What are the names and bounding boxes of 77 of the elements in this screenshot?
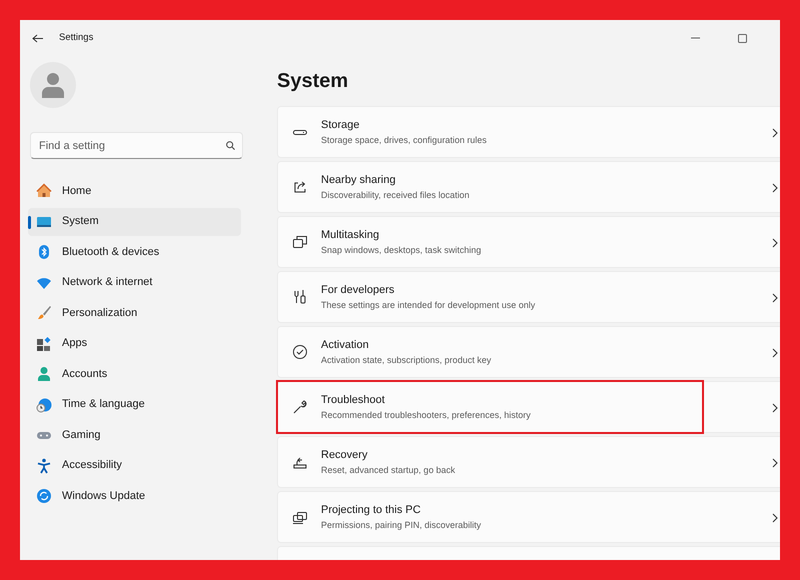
settings-card[interactable]: Troubleshoot Recommended troubleshooters, preferences, history bbox=[277, 381, 780, 433]
minimize-icon[interactable] bbox=[691, 37, 700, 39]
settings-card[interactable]: Activation Activation state, subscriptions, product key bbox=[277, 326, 780, 378]
search-field[interactable]: Find a setting bbox=[30, 132, 243, 159]
card-description: These settings are intended for development use only bbox=[321, 298, 536, 312]
card-title: Storage bbox=[321, 118, 361, 133]
sidebar-item-label: Accessibility bbox=[62, 458, 122, 474]
avatar-icon[interactable] bbox=[30, 62, 76, 108]
chevron-right-icon bbox=[772, 128, 778, 138]
settings-card[interactable]: Multitasking Snap windows, desktops, task switching bbox=[277, 216, 780, 268]
card-description: Activation state, subscriptions, product key bbox=[321, 354, 492, 367]
sidebar-item-label: Gaming bbox=[62, 428, 101, 443]
sidebar-item-label: System bbox=[62, 214, 99, 230]
sync-icon bbox=[36, 488, 52, 504]
tools-icon bbox=[292, 289, 308, 305]
card-title: Recovery bbox=[321, 448, 368, 463]
share-icon bbox=[292, 179, 308, 195]
sidebar-item[interactable]: Time & language bbox=[28, 390, 241, 418]
wrench-icon bbox=[292, 399, 308, 415]
card-title: Projecting to this PC bbox=[321, 503, 422, 518]
sidebar-item[interactable]: Gaming bbox=[28, 421, 241, 449]
sidebar-item[interactable]: Accessibility bbox=[28, 452, 241, 480]
sidebar-item[interactable]: Apps bbox=[28, 330, 241, 358]
card-description: Permissions, pairing PIN, discoverability bbox=[321, 518, 482, 532]
card-description: Reset, advanced startup, go back bbox=[321, 464, 456, 477]
chevron-right-icon bbox=[772, 513, 778, 523]
sidebar-item-label: Home bbox=[62, 184, 92, 199]
apps-icon bbox=[36, 336, 52, 352]
sidebar-item-label: Bluetooth & devices bbox=[62, 244, 160, 260]
settings-card[interactable]: Storage Storage space, drives, configuration rules bbox=[277, 106, 780, 158]
sidebar-item-label: Accounts bbox=[62, 366, 108, 382]
card-description: Recommended troubleshooters, preferences, history bbox=[321, 408, 531, 422]
bluetooth-icon bbox=[36, 244, 52, 260]
card-title: Activation bbox=[321, 338, 370, 353]
sidebar-item[interactable]: System bbox=[28, 208, 241, 236]
selection-indicator bbox=[28, 216, 31, 228]
card-description: Snap windows, desktops, task switching bbox=[321, 244, 482, 257]
sidebar-item[interactable]: Windows Update bbox=[28, 482, 241, 510]
chevron-right-icon bbox=[772, 293, 778, 303]
sidebar-item-label: Apps bbox=[62, 336, 88, 352]
card-description: Storage space, drives, configuration rules bbox=[321, 134, 487, 147]
chevron-right-icon bbox=[772, 458, 778, 468]
card-title: Multitasking bbox=[321, 228, 380, 243]
card-title: Troubleshoot bbox=[321, 393, 386, 408]
windows-stack-icon bbox=[292, 234, 308, 250]
sidebar-item-label: Time & language bbox=[62, 397, 145, 412]
screens-icon bbox=[292, 509, 308, 525]
chevron-right-icon bbox=[772, 183, 778, 193]
card-title: For developers bbox=[321, 283, 396, 298]
sidebar-item[interactable]: Network & internet bbox=[28, 268, 241, 296]
sidebar-item[interactable]: Home bbox=[28, 177, 241, 205]
card-title: Nearby sharing bbox=[321, 173, 397, 188]
card-description: Discoverability, received files location bbox=[321, 188, 470, 202]
maximize-icon[interactable] bbox=[738, 34, 747, 42]
settings-card[interactable]: Recovery Reset, advanced startup, go back bbox=[277, 436, 780, 488]
settings-card[interactable]: For developers These settings are intended for development use only bbox=[277, 271, 780, 323]
home-icon bbox=[36, 183, 52, 199]
settings-card[interactable]: Projecting to this PC Permissions, pairing PIN, discoverability bbox=[277, 491, 780, 543]
sidebar-item-label: Personalization bbox=[62, 306, 138, 321]
page-title: System bbox=[277, 69, 350, 94]
accessibility-icon bbox=[36, 458, 52, 474]
globe-clock-icon bbox=[36, 396, 52, 412]
brush-icon bbox=[36, 305, 52, 321]
chevron-right-icon bbox=[772, 403, 778, 413]
chevron-right-icon bbox=[772, 348, 778, 358]
sidebar-item-label: Network & internet bbox=[62, 275, 152, 290]
check-circle-icon bbox=[292, 344, 308, 360]
window-title: Settings bbox=[59, 30, 94, 45]
person-icon bbox=[36, 366, 52, 382]
sidebar-item[interactable]: Accounts bbox=[28, 360, 241, 388]
sidebar-item[interactable]: Personalization bbox=[28, 299, 241, 327]
chevron-right-icon bbox=[772, 238, 778, 248]
back-icon[interactable] bbox=[32, 34, 43, 42]
sidebar-item[interactable]: Bluetooth & devices bbox=[28, 238, 241, 266]
settings-card[interactable]: Nearby sharing Discoverability, received files location bbox=[277, 161, 780, 213]
search-icon bbox=[226, 141, 235, 150]
sidebar-item-label: Windows Update bbox=[62, 488, 146, 504]
